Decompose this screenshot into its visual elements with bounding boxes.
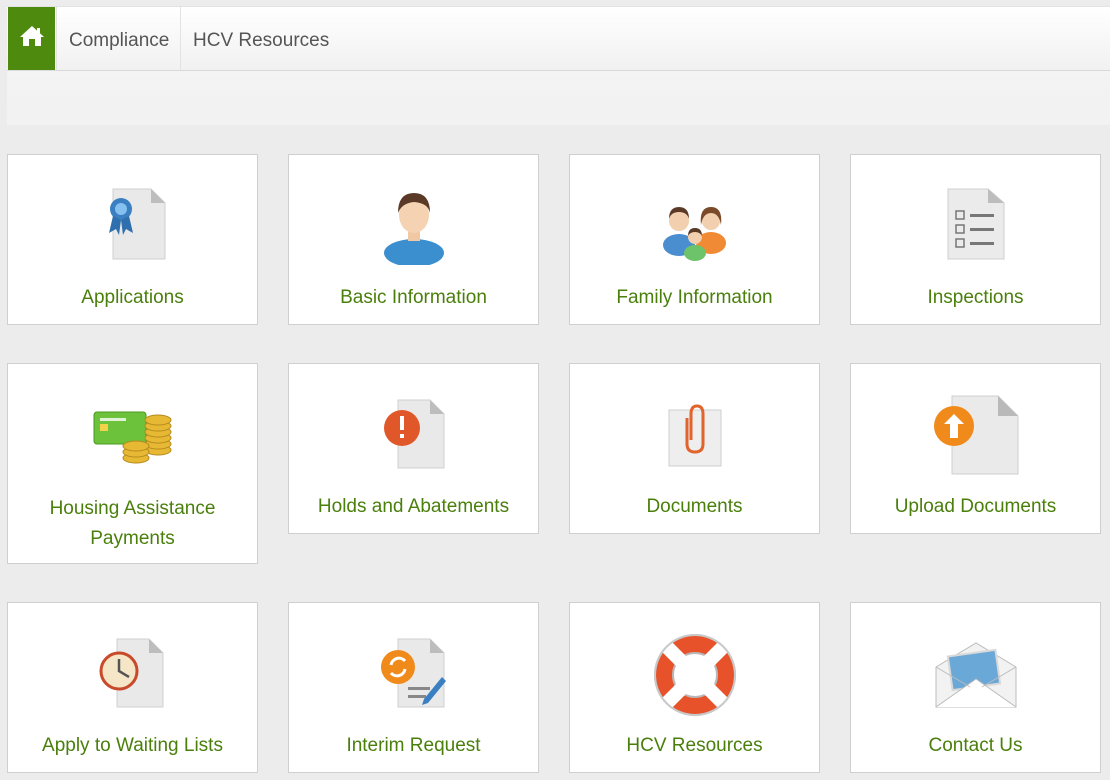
tile-interim-request[interactable]: Interim Request (288, 602, 539, 773)
tile-label: Holds and Abatements (317, 496, 510, 517)
lifebuoy-icon (649, 629, 741, 721)
tile-label: HCV Resources (626, 735, 763, 756)
tile-applications[interactable]: Applications (7, 154, 258, 325)
tile-label: Inspections (927, 287, 1024, 308)
tile-holds-and-abatements[interactable]: Holds and Abatements (288, 363, 539, 534)
tile-label: Documents (646, 496, 743, 517)
credit-card-coins-icon (88, 394, 178, 474)
tile-label: Family Information (616, 287, 773, 308)
nav-link-compliance[interactable]: Compliance (56, 7, 181, 70)
top-navigation-bar: Compliance HCV Resources (7, 6, 1110, 125)
alert-document-icon (369, 394, 459, 474)
tile-label: Contact Us (928, 735, 1023, 756)
tile-label: Applications (81, 287, 184, 308)
tile-hcv-resources[interactable]: HCV Resources (569, 602, 820, 773)
checklist-document-icon (931, 185, 1021, 265)
person-icon (369, 185, 459, 265)
tile-label: Apply to Waiting Lists (42, 735, 223, 756)
tile-contact-us[interactable]: Contact Us (850, 602, 1101, 773)
ribbon-document-icon (88, 185, 178, 265)
tile-inspections[interactable]: Inspections (850, 154, 1101, 325)
tile-label: Upload Documents (894, 496, 1057, 517)
paperclip-document-icon (650, 394, 740, 474)
nav-row: Compliance HCV Resources (7, 7, 1110, 71)
tile-upload-documents[interactable]: Upload Documents (850, 363, 1101, 534)
tile-apply-to-waiting-lists[interactable]: Apply to Waiting Lists (7, 602, 258, 773)
tile-label: Basic Information (340, 287, 487, 308)
tile-housing-assistance-payments[interactable]: Housing Assistance Payments (7, 363, 258, 564)
tile-basic-information[interactable]: Basic Information (288, 154, 539, 325)
nav-link-hcv-resources[interactable]: HCV Resources (180, 7, 341, 70)
tile-label: Interim Request (346, 735, 481, 756)
home-button[interactable] (8, 7, 55, 70)
clock-document-icon (88, 633, 178, 713)
home-icon (19, 25, 45, 52)
upload-document-icon (928, 386, 1024, 482)
tile-documents[interactable]: Documents (569, 363, 820, 534)
envelope-icon (930, 633, 1022, 713)
refresh-edit-document-icon (369, 633, 459, 713)
tile-family-information[interactable]: Family Information (569, 154, 820, 325)
family-icon (650, 185, 740, 265)
tile-label: Housing Assistance Payments (49, 498, 216, 549)
